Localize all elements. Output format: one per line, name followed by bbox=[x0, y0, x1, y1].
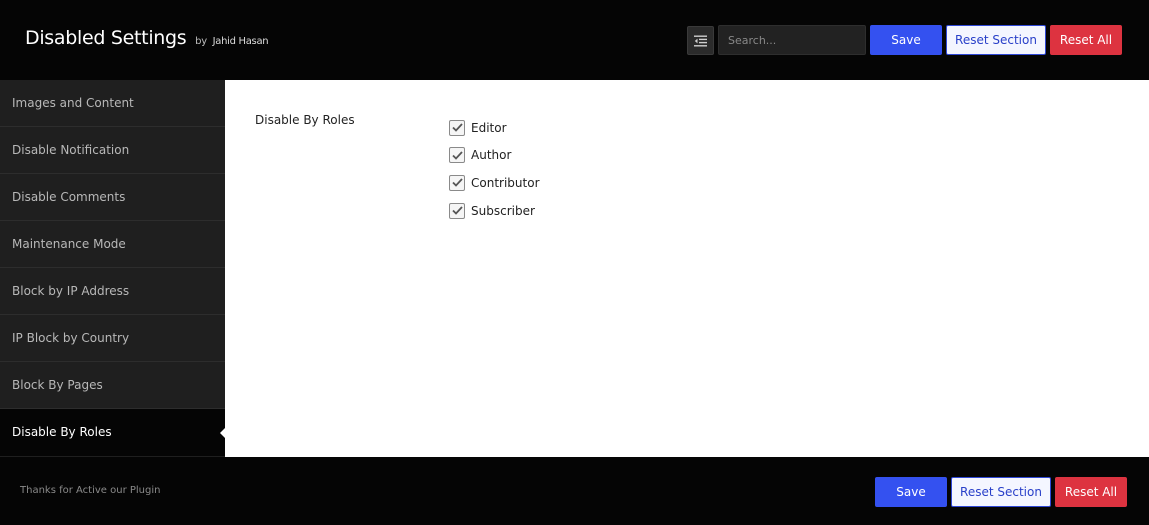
checkmark-icon bbox=[451, 178, 463, 188]
checkmark-icon bbox=[451, 123, 463, 133]
sidebar-item-label: Block By Pages bbox=[12, 378, 103, 392]
subscriber-checkbox[interactable] bbox=[449, 202, 465, 219]
role-label: Contributor bbox=[471, 175, 540, 190]
sidebar-item-label: Block by IP Address bbox=[12, 284, 130, 298]
author-name: Jahid Hasan bbox=[212, 36, 269, 47]
footer-note: Thanks for Active our Plugin bbox=[20, 485, 161, 496]
sidebar-item-disable-notification[interactable]: Disable Notification bbox=[0, 127, 225, 174]
contributor-checkbox[interactable] bbox=[449, 174, 465, 191]
page-title: Disabled Settings by Jahid Hasan bbox=[25, 27, 269, 49]
header-save-button[interactable]: Save bbox=[870, 25, 942, 55]
sidebar-item-label: IP Block by Country bbox=[12, 331, 130, 345]
editor-checkbox[interactable] bbox=[449, 119, 465, 136]
sidebar-item-disable-comments[interactable]: Disable Comments bbox=[0, 174, 225, 221]
role-label: Editor bbox=[471, 120, 507, 135]
footer-reset-all-button[interactable]: Reset All bbox=[1055, 477, 1127, 507]
footer-bar: Thanks for Active our Plugin Save Reset … bbox=[0, 457, 1149, 525]
checkmark-icon bbox=[451, 206, 463, 215]
role-option-subscriber[interactable]: Subscriber bbox=[449, 197, 540, 225]
role-option-editor[interactable]: Editor bbox=[449, 114, 540, 142]
sidebar-item-label: Disable Comments bbox=[12, 190, 126, 204]
sidebar-item-block-by-pages[interactable]: Block By Pages bbox=[0, 362, 225, 409]
sidebar-item-disable-by-roles[interactable]: Disable By Roles bbox=[0, 409, 225, 456]
sidebar-item-label: Maintenance Mode bbox=[12, 237, 126, 251]
footer-reset-section-button[interactable]: Reset Section bbox=[951, 477, 1051, 507]
sidebar-item-label: Images and Content bbox=[12, 96, 134, 110]
sidebar-item-ip-block-by-country[interactable]: IP Block by Country bbox=[0, 315, 225, 362]
checkmark-icon bbox=[451, 151, 463, 160]
search-input[interactable] bbox=[718, 25, 866, 55]
expand-collapse-icon bbox=[694, 35, 707, 46]
sidebar-item-block-by-ip-address[interactable]: Block by IP Address bbox=[0, 268, 225, 315]
header-reset-all-button[interactable]: Reset All bbox=[1050, 25, 1122, 55]
field-label-disable-by-roles: Disable By Roles bbox=[255, 113, 355, 127]
sidebar-item-images-and-content[interactable]: Images and Content bbox=[0, 80, 225, 127]
sidebar-item-label: Disable By Roles bbox=[12, 425, 112, 439]
roles-checkbox-group: Editor Author Contributor Subscriber bbox=[449, 114, 540, 224]
role-option-contributor[interactable]: Contributor bbox=[449, 169, 540, 197]
header-bar: Disabled Settings by Jahid Hasan Save Re… bbox=[0, 0, 1149, 80]
sidebar-item-maintenance-mode[interactable]: Maintenance Mode bbox=[0, 221, 225, 268]
sidebar-nav: Images and Content Disable Notification … bbox=[0, 80, 225, 457]
byline-prefix: by bbox=[195, 36, 207, 47]
role-label: Subscriber bbox=[471, 203, 535, 218]
page-title-text: Disabled Settings bbox=[25, 27, 187, 49]
role-label: Author bbox=[471, 148, 512, 163]
author-checkbox[interactable] bbox=[449, 147, 465, 164]
header-reset-section-button[interactable]: Reset Section bbox=[946, 25, 1046, 55]
expand-toggle-button[interactable] bbox=[687, 26, 714, 55]
sidebar-item-label: Disable Notification bbox=[12, 143, 130, 157]
footer-save-button[interactable]: Save bbox=[875, 477, 947, 507]
role-option-author[interactable]: Author bbox=[449, 142, 540, 170]
settings-panel: Disable By Roles Editor Author Contribut… bbox=[225, 80, 1149, 457]
